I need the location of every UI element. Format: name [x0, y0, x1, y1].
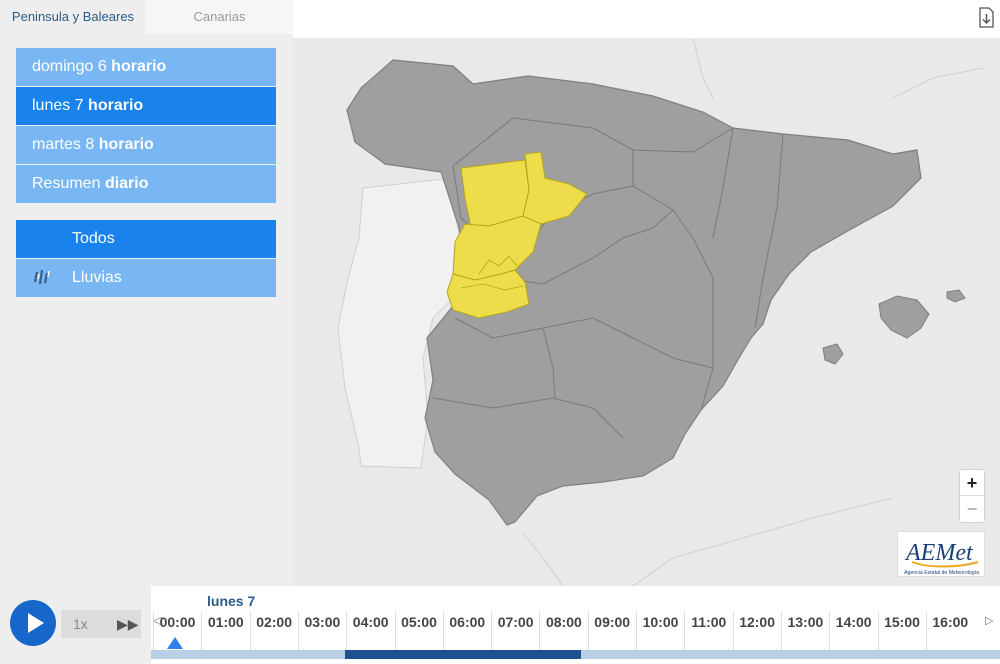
day-label: Resumen [32, 175, 101, 192]
play-button[interactable] [10, 600, 56, 646]
phenomenon-label: Todos [72, 230, 115, 247]
zoom-in-button[interactable]: + [960, 470, 984, 496]
phenomenon-lluvias[interactable]: Lluvias [16, 259, 276, 297]
summary-button[interactable]: Resumen diario [16, 165, 276, 203]
aemet-logo: AEMet Agencia Estatal de Meteorología [897, 531, 985, 577]
hour-cell[interactable]: 05:00 [394, 612, 443, 650]
hour-cell[interactable]: 11:00 [684, 612, 732, 650]
day-button-martes-8[interactable]: martes 8 horario [16, 126, 276, 164]
phenomena-list: Todos Lluvias [16, 220, 276, 298]
phenomenon-icon-slot [16, 220, 72, 258]
speed-value: 1x [73, 616, 88, 632]
tab-canarias[interactable]: Canarias [146, 0, 293, 34]
hour-cell[interactable]: 13:00 [780, 612, 829, 650]
hour-cell[interactable]: 04:00 [346, 612, 394, 650]
timeline-bar: 1x ▶▶ lunes 7 ◁ 00:00 01:00 02:00 03:00 04:0… [0, 586, 1000, 664]
tab-peninsula-baleares[interactable]: Peninsula y Baleares [0, 0, 146, 34]
warning-map[interactable]: + − AEMet Agencia Estatal de Meteorologí… [293, 38, 1000, 586]
day-mode: horario [111, 58, 167, 75]
hour-cell[interactable]: 03:00 [297, 612, 346, 650]
day-button-domingo-6[interactable]: domingo 6 horario [16, 48, 276, 86]
hour-cell[interactable]: 08:00 [539, 612, 587, 650]
hour-cell[interactable]: 06:00 [442, 612, 491, 650]
day-label: lunes 7 [32, 97, 84, 114]
timeline-day-label: lunes 7 [207, 593, 256, 609]
day-label: martes 8 [32, 136, 95, 153]
app: Peninsula y Baleares Canarias domingo 6 … [0, 0, 1000, 664]
hour-cell[interactable]: 16:00 [925, 612, 974, 650]
zoom-control: + − [959, 469, 985, 523]
map-canvas[interactable] [293, 38, 1000, 586]
hour-cell[interactable]: 02:00 [249, 612, 298, 650]
ibiza [822, 343, 844, 365]
day-button-lunes-7[interactable]: lunes 7 horario [16, 87, 276, 125]
left-panel: domingo 6 horario lunes 7 horario martes… [0, 34, 293, 586]
day-mode: diario [104, 175, 149, 192]
day-mode: horario [88, 97, 144, 114]
day-mode: horario [98, 136, 154, 153]
hour-cell[interactable]: 14:00 [829, 612, 877, 650]
mallorca [878, 295, 930, 339]
hour-cell[interactable]: 07:00 [491, 612, 539, 650]
timeline-scrollbar[interactable] [151, 650, 1000, 659]
menorca [946, 289, 966, 303]
timeline-scroll-thumb[interactable] [345, 650, 581, 659]
hour-cell[interactable]: 12:00 [732, 612, 781, 650]
speed-control[interactable]: 1x ▶▶ [61, 610, 141, 638]
fast-forward-icon[interactable]: ▶▶ [117, 610, 139, 638]
rain-icon [16, 259, 72, 297]
timeline-next-icon[interactable]: ▷ [985, 614, 993, 627]
day-label: domingo 6 [32, 58, 107, 75]
day-list: domingo 6 horario lunes 7 horario martes… [16, 48, 276, 204]
logo-subtitle: Agencia Estatal de Meteorología [904, 570, 979, 576]
download-icon[interactable] [977, 7, 995, 29]
hour-cell[interactable]: 09:00 [587, 612, 636, 650]
region-tabs: Peninsula y Baleares Canarias [0, 0, 293, 34]
phenomenon-label: Lluvias [72, 269, 122, 286]
current-time-marker[interactable] [167, 637, 183, 649]
hour-cell[interactable]: 01:00 [201, 612, 249, 650]
hour-cell[interactable]: 15:00 [877, 612, 926, 650]
timeline[interactable]: lunes 7 ◁ 00:00 01:00 02:00 03:00 04:00 05:00… [151, 586, 1000, 664]
zoom-out-button[interactable]: − [960, 496, 984, 522]
hour-cell[interactable]: 10:00 [636, 612, 684, 650]
phenomenon-todos[interactable]: Todos [16, 220, 276, 258]
